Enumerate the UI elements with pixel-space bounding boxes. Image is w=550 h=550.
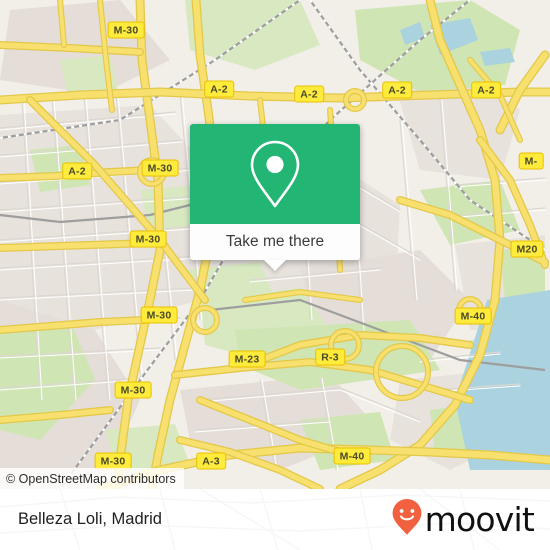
road-shield: M-30 [140,306,178,324]
bottom-info-bar: Belleza Loli, Madrid moovit [0,489,550,550]
attribution-text: © OpenStreetMap contributors [6,471,176,486]
map-canvas[interactable]: .land { fill:#f2efe9; } .res { fill:#e8e… [0,0,550,489]
road-shield: A-3 [196,452,226,470]
road-shield: M-23 [228,350,266,368]
road-shield: A-2 [382,81,412,99]
road-shield: M-40 [454,307,492,325]
card-action-area[interactable]: Take me there [190,224,360,271]
road-shield: M- [518,152,544,170]
road-shield: M-30 [94,452,132,470]
map-attribution[interactable]: © OpenStreetMap contributors [0,468,184,489]
road-shield: A-2 [471,81,501,99]
moovit-wordmark: moovit [424,500,535,539]
road-shield: A-2 [294,85,324,103]
moovit-pin-smiley-icon [391,498,423,541]
moovit-logo[interactable]: moovit [391,498,535,541]
road-shield: M20 [510,240,544,258]
road-shield: M-30 [114,381,152,399]
card-image-area [190,124,360,224]
road-shield: M-40 [333,447,371,465]
road-shield: A-2 [204,80,234,98]
screenshot-root: .land { fill:#f2efe9; } .res { fill:#e8e… [0,0,550,550]
card-pointer-tail [264,260,286,271]
take-me-there-button[interactable]: Take me there [226,233,324,251]
road-shield: R-3 [315,348,345,366]
map-pin-icon [247,138,303,210]
road-shield: M-30 [141,159,179,177]
location-info-card[interactable]: Take me there [190,124,360,271]
road-shield: M-30 [129,230,167,248]
place-name-label: Belleza Loli, Madrid [18,510,162,528]
road-shield: M-30 [107,21,145,39]
road-shield: A-2 [62,162,92,180]
